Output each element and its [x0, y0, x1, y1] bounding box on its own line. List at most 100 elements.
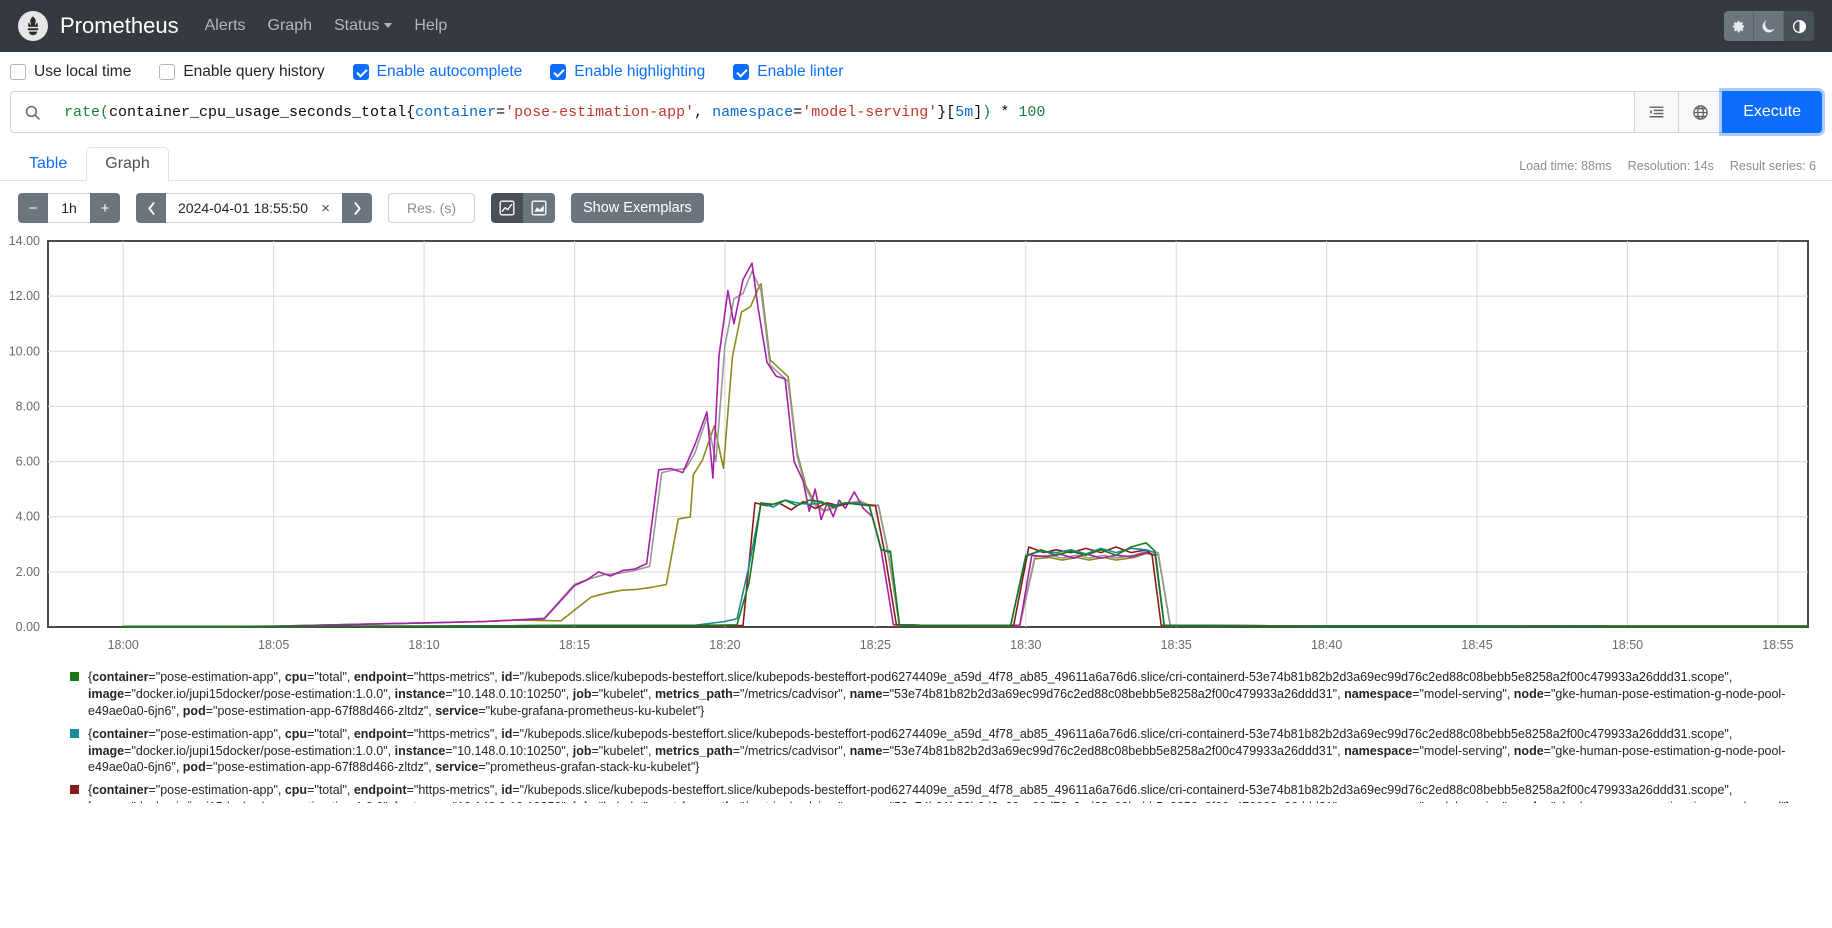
time-navigator: 2024-04-01 18:55:50 × [136, 193, 372, 223]
resolution-input[interactable]: Res. (s) [388, 193, 475, 223]
graph-panel: 0.00 2.00 4.00 6.00 8.00 10.00 12.00 14.00 18:00… [0, 233, 1832, 663]
legend-item[interactable]: {container="pose-estimation-app", cpu="t… [70, 726, 1818, 777]
end-time-input[interactable]: 2024-04-01 18:55:50 × [166, 193, 342, 223]
moon-icon [1762, 19, 1775, 32]
option-enable-highlighting[interactable]: Enable highlighting [550, 63, 705, 81]
y-axis-tick-label: 8.00 [16, 399, 40, 413]
legend-item[interactable]: {container="pose-estimation-app", cpu="t… [70, 782, 1818, 803]
tab-table-label: Table [29, 155, 68, 172]
y-axis-tick-label: 6.00 [16, 455, 40, 469]
stacked-chart-icon-button[interactable] [523, 193, 555, 223]
y-axis-tick-label: 14.00 [9, 234, 40, 248]
tab-graph[interactable]: Graph [86, 147, 169, 181]
query-token: = [793, 103, 803, 121]
enable-linter-checkbox[interactable] [733, 64, 750, 80]
chevron-left-icon [147, 201, 155, 215]
nav-link-alerts[interactable]: Alerts [205, 17, 246, 35]
query-token: [ [946, 103, 956, 121]
time-next-button[interactable] [342, 193, 372, 223]
legend-label-text: {container="pose-estimation-app", cpu="t… [88, 670, 1786, 718]
resolution-placeholder: Res. (s) [407, 200, 456, 216]
legend-label-text: {container="pose-estimation-app", cpu="t… [88, 783, 1790, 803]
x-axis-tick-label: 18:40 [1311, 638, 1342, 652]
timeseries-chart[interactable]: 0.00 2.00 4.00 6.00 8.00 10.00 12.00 14.00 18:00… [0, 233, 1818, 663]
x-axis-tick-label: 18:45 [1461, 638, 1492, 652]
legend-color-swatch [70, 672, 79, 681]
enable-autocomplete-checkbox[interactable] [352, 64, 369, 80]
tab-table[interactable]: Table [10, 147, 86, 181]
y-axis-tick-label: 12.00 [9, 289, 40, 303]
option-enable-linter[interactable]: Enable linter [733, 63, 843, 81]
indent-format-icon-button[interactable] [1634, 91, 1679, 133]
use-local-time-checkbox[interactable] [10, 64, 26, 80]
gear-icon [1732, 20, 1745, 32]
x-axis-tick-label: 18:15 [559, 638, 590, 652]
brand-name: Prometheus [60, 13, 179, 38]
prometheus-torch-icon [18, 11, 48, 41]
clear-time-button[interactable]: × [321, 200, 330, 217]
half-circle-contrast-icon [1792, 19, 1806, 33]
option-use-local-time[interactable]: Use local time [10, 63, 131, 81]
x-axis-tick-label: 18:50 [1612, 638, 1643, 652]
query-token: * [991, 103, 1019, 121]
x-axis-tick-label: 18:00 [108, 638, 139, 652]
globe-icon [1693, 104, 1708, 120]
y-axis-tick-label: 0.00 [16, 620, 40, 634]
series-legend: {container="pose-estimation-app", cpu="t… [0, 663, 1832, 803]
range-input[interactable]: 1h [48, 193, 90, 223]
execute-button[interactable]: Execute [1722, 91, 1822, 133]
query-token: 100 [1018, 103, 1046, 121]
x-axis-tick-label: 18:30 [1010, 638, 1041, 652]
x-axis-tick-label: 18:55 [1762, 638, 1793, 652]
line-chart-icon-button[interactable] [491, 193, 523, 223]
show-exemplars-button[interactable]: Show Exemplars [571, 193, 704, 223]
tab-graph-label: Graph [105, 155, 150, 172]
x-axis-tick-label: 18:35 [1161, 638, 1192, 652]
query-token: , [694, 103, 713, 121]
use-local-time-label: Use local time [34, 63, 132, 80]
query-options-row: Use local time Enable query history Enab… [0, 52, 1832, 91]
query-token: 'model-serving' [802, 103, 938, 121]
query-token: namespace [712, 103, 794, 121]
line-chart-icon [499, 200, 515, 216]
resolution-stat: Resolution: 14s [1627, 159, 1714, 173]
nav-link-status[interactable]: Status [334, 17, 393, 35]
range-increase-button[interactable]: + [90, 193, 120, 223]
query-token: ) [982, 103, 992, 121]
query-token: { [406, 103, 416, 121]
enable-highlighting-checkbox[interactable] [550, 64, 567, 80]
stacked-chart-icon [531, 200, 547, 216]
option-enable-autocomplete[interactable]: Enable autocomplete [352, 63, 522, 81]
half-circle-contrast-icon-button[interactable] [1784, 11, 1814, 41]
legend-item[interactable]: {container="pose-estimation-app", cpu="t… [70, 669, 1818, 720]
navbar: Prometheus Alerts Graph Status Help [0, 0, 1832, 52]
load-time: Load time: 88ms [1519, 159, 1612, 173]
nav-link-alerts-label: Alerts [204, 17, 246, 34]
result-series-stat: Result series: 6 [1729, 159, 1816, 173]
globe-icon-button[interactable] [1678, 91, 1723, 133]
query-input[interactable]: rate(container_cpu_usage_seconds_total{c… [54, 91, 1635, 133]
chevron-down-icon [384, 23, 393, 29]
range-decrease-button[interactable]: − [18, 193, 48, 223]
nav-link-status-label: Status [334, 17, 380, 34]
nav-link-help[interactable]: Help [414, 17, 447, 35]
option-enable-query-history[interactable]: Enable query history [159, 63, 325, 81]
gear-icon-button[interactable] [1724, 11, 1754, 41]
nav-link-help-label: Help [414, 17, 448, 34]
time-prev-button[interactable] [136, 193, 166, 223]
nav-link-graph[interactable]: Graph [268, 17, 312, 35]
legend-label-text: {container="pose-estimation-app", cpu="t… [88, 726, 1786, 775]
magnifier-icon [10, 91, 54, 133]
indent-format-icon [1649, 105, 1664, 117]
query-token: container [415, 103, 497, 121]
query-token: ] [973, 103, 983, 121]
query-token: = [496, 103, 506, 121]
chevron-right-icon [353, 201, 361, 215]
plot-border [47, 240, 1809, 628]
execute-button-label: Execute [1743, 103, 1801, 120]
enable-query-history-checkbox[interactable] [159, 64, 176, 80]
enable-query-history-label: Enable query history [183, 63, 325, 80]
moon-icon-button[interactable] [1754, 11, 1784, 41]
legend-color-swatch [70, 785, 79, 795]
nav-link-graph-label: Graph [267, 17, 312, 34]
